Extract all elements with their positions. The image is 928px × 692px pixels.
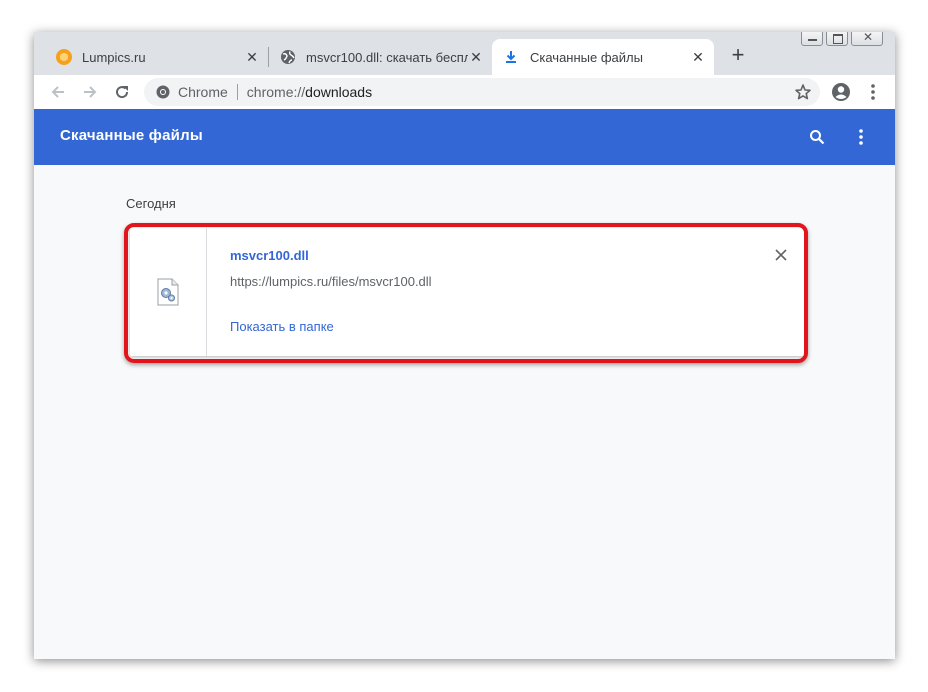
profile-button[interactable] [829, 80, 853, 104]
tab-separator [268, 47, 269, 67]
browser-window: Lumpics.ru ✕ msvcr100.dll: скачать беспл… [34, 32, 895, 659]
file-source-url: https://lumpics.ru/files/msvcr100.dll [230, 274, 432, 289]
more-vert-icon [859, 129, 863, 145]
tab-strip: Lumpics.ru ✕ msvcr100.dll: скачать беспл… [34, 32, 895, 75]
close-icon[interactable]: ✕ [468, 49, 484, 65]
url-path: downloads [305, 84, 373, 100]
page-title: Скачанные файлы [60, 127, 203, 144]
date-group-label: Сегодня [126, 196, 176, 211]
tab-lumpics[interactable]: Lumpics.ru ✕ [46, 39, 268, 75]
tab-downloads[interactable]: Скачанные файлы ✕ [492, 39, 714, 75]
toolbar: Chrome chrome://downloads [34, 75, 895, 110]
search-button[interactable] [805, 125, 829, 149]
window-close-button[interactable]: ✕ [851, 32, 883, 46]
tab-title: msvcr100.dll: скачать беспла [306, 49, 468, 65]
tab-msvcr100[interactable]: msvcr100.dll: скачать беспла ✕ [270, 39, 492, 75]
show-in-folder-link[interactable]: Показать в папке [230, 319, 334, 334]
reload-icon [116, 86, 129, 99]
new-tab-button[interactable]: + [726, 44, 750, 68]
back-button[interactable] [46, 80, 70, 104]
downloads-header: Скачанные файлы [34, 109, 895, 165]
minimize-button[interactable] [801, 32, 823, 46]
file-icon-column [130, 228, 207, 356]
tab-title: Скачанные файлы [530, 49, 643, 65]
more-vert-icon [871, 84, 875, 100]
remove-download-button[interactable] [773, 247, 789, 263]
address-bar[interactable]: Chrome chrome://downloads [144, 78, 820, 106]
close-icon [775, 249, 787, 261]
header-menu-button[interactable] [849, 125, 873, 149]
chrome-icon [156, 85, 170, 99]
site-label: Chrome [178, 84, 228, 100]
star-icon[interactable] [794, 83, 812, 101]
globe-icon [280, 49, 296, 65]
maximize-button[interactable] [826, 32, 848, 46]
arrow-left-icon [51, 86, 64, 98]
url-text: chrome://downloads [247, 84, 372, 100]
omnibox-separator [236, 84, 238, 100]
search-icon [810, 130, 825, 145]
close-icon[interactable]: ✕ [244, 49, 260, 65]
download-item: msvcr100.dll https://lumpics.ru/files/ms… [130, 228, 806, 356]
menu-button[interactable] [861, 80, 885, 104]
account-icon [832, 83, 850, 101]
dll-file-icon[interactable] [155, 278, 181, 306]
reload-button[interactable] [110, 80, 134, 104]
file-name-link[interactable]: msvcr100.dll [230, 248, 309, 263]
download-icon [504, 50, 518, 64]
forward-button[interactable] [78, 80, 102, 104]
url-scheme: chrome:// [246, 84, 306, 100]
orange-icon [56, 49, 72, 65]
close-icon[interactable]: ✕ [690, 49, 706, 65]
arrow-right-icon [84, 86, 97, 98]
tab-title: Lumpics.ru [82, 49, 146, 65]
